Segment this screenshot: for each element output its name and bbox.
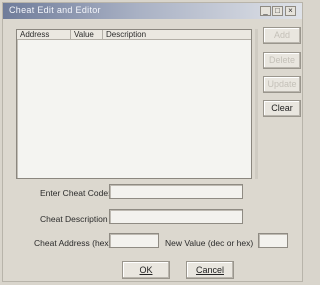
clear-button[interactable]: Clear <box>263 100 301 117</box>
update-button[interactable]: Update <box>263 76 301 93</box>
window-title: Cheat Edit and Editor <box>9 5 101 15</box>
column-description[interactable]: Description <box>103 30 251 40</box>
new-value-label: New Value (dec or hex) <box>165 238 254 248</box>
new-value-input[interactable] <box>258 233 288 248</box>
cheat-description-input[interactable] <box>109 209 243 224</box>
minimize-button[interactable]: _ <box>260 6 271 16</box>
cheat-address-label: Cheat Address (hex) <box>34 238 112 248</box>
ok-label: OK <box>139 265 153 275</box>
cheat-list-body[interactable] <box>17 40 251 178</box>
cheat-editor-window: Cheat Edit and Editor _ □ × Address Valu… <box>2 2 303 282</box>
column-address[interactable]: Address <box>17 30 71 40</box>
cancel-button[interactable]: Cancel <box>186 261 234 279</box>
close-button[interactable]: × <box>285 6 296 16</box>
cheat-description-label: Cheat Description <box>40 214 108 224</box>
cheat-code-label: Enter Cheat Code: <box>40 188 111 198</box>
cheat-list-header: Address Value Description <box>17 30 251 40</box>
cheat-list[interactable]: Address Value Description <box>16 29 252 179</box>
cheat-code-input[interactable] <box>109 184 243 199</box>
ok-button[interactable]: OK <box>122 261 170 279</box>
cancel-label: Cancel <box>195 265 224 275</box>
title-bar[interactable]: Cheat Edit and Editor _ □ × <box>3 3 302 19</box>
delete-button[interactable]: Delete <box>263 52 301 69</box>
column-value[interactable]: Value <box>71 30 103 40</box>
maximize-button[interactable]: □ <box>272 6 283 16</box>
add-button[interactable]: Add <box>263 27 301 44</box>
cheat-address-input[interactable] <box>109 233 159 248</box>
list-edge <box>255 29 258 179</box>
